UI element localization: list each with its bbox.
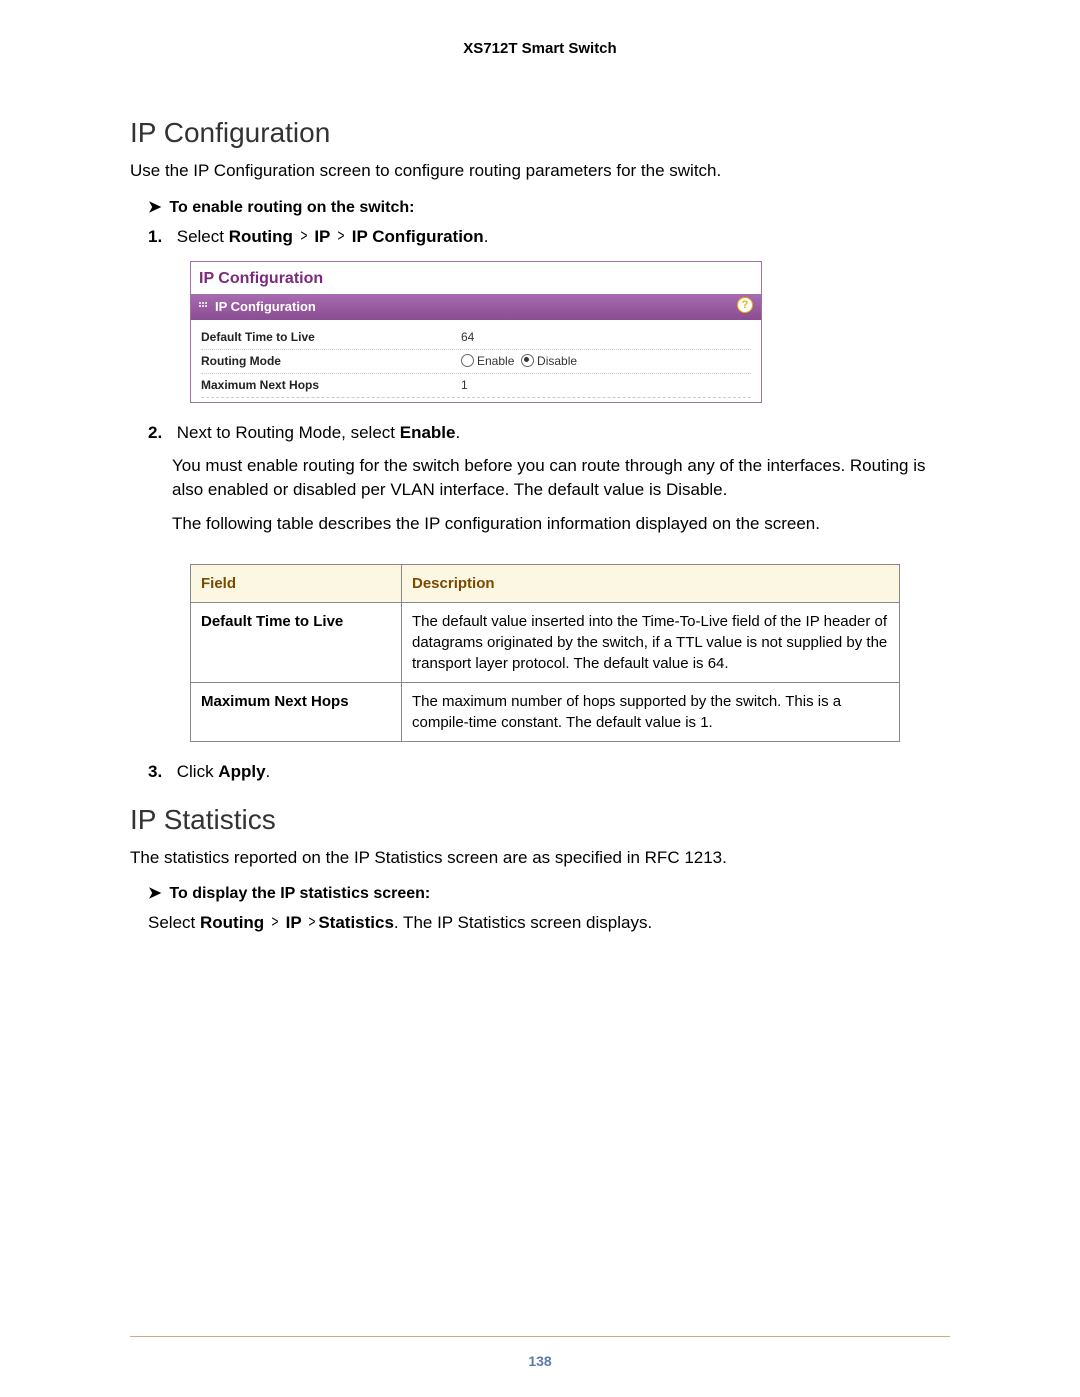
step-2-para-2: The following table describes the IP con… [172,512,950,536]
row-default-ttl: Default Time to Live 64 [201,326,751,350]
step-3: 3. Click Apply. [148,760,950,784]
arrow-icon: ➤ [148,199,161,216]
panel-subtitle-bar: IP Configuration ? [191,294,761,320]
ip-statistics-intro: The statistics reported on the IP Statis… [130,846,950,870]
task-enable-routing: ➤To enable routing on the switch: [148,197,950,217]
ip-config-intro: Use the IP Configuration screen to confi… [130,159,950,183]
routing-disable-radio[interactable] [521,354,534,367]
task-display-ip-statistics: ➤To display the IP statistics screen: [148,883,950,903]
table-row: Default Time to Live The default value i… [191,602,900,682]
ip-statistics-step: Select Routing > IP >Statistics. The IP … [148,911,950,935]
table-row: Maximum Next Hops The maximum number of … [191,682,900,741]
ip-config-panel-screenshot: IP Configuration IP Configuration ? Defa… [190,261,950,403]
routing-enable-radio[interactable] [461,354,474,367]
th-description: Description [402,564,900,602]
help-icon[interactable]: ? [737,297,753,313]
arrow-icon: ➤ [148,885,161,902]
step-2: 2. Next to Routing Mode, select Enable. … [148,421,950,742]
drag-dots-icon [199,302,209,312]
doc-header: XS712T Smart Switch [130,40,950,57]
panel-title: IP Configuration [191,262,761,294]
page-number: 138 [0,1353,1080,1369]
footer-rule [130,1336,950,1337]
step-2-para-1: You must enable routing for the switch b… [172,454,950,502]
section-ip-configuration-title: IP Configuration [130,117,950,149]
row-max-next-hops: Maximum Next Hops 1 [201,374,751,398]
ip-config-description-table: Field Description Default Time to Live T… [190,564,900,742]
th-field: Field [191,564,402,602]
step-1: 1. Select Routing > IP > IP Configuratio… [148,225,950,403]
section-ip-statistics-title: IP Statistics [130,804,950,836]
row-routing-mode: Routing Mode Enable Disable [201,350,751,374]
